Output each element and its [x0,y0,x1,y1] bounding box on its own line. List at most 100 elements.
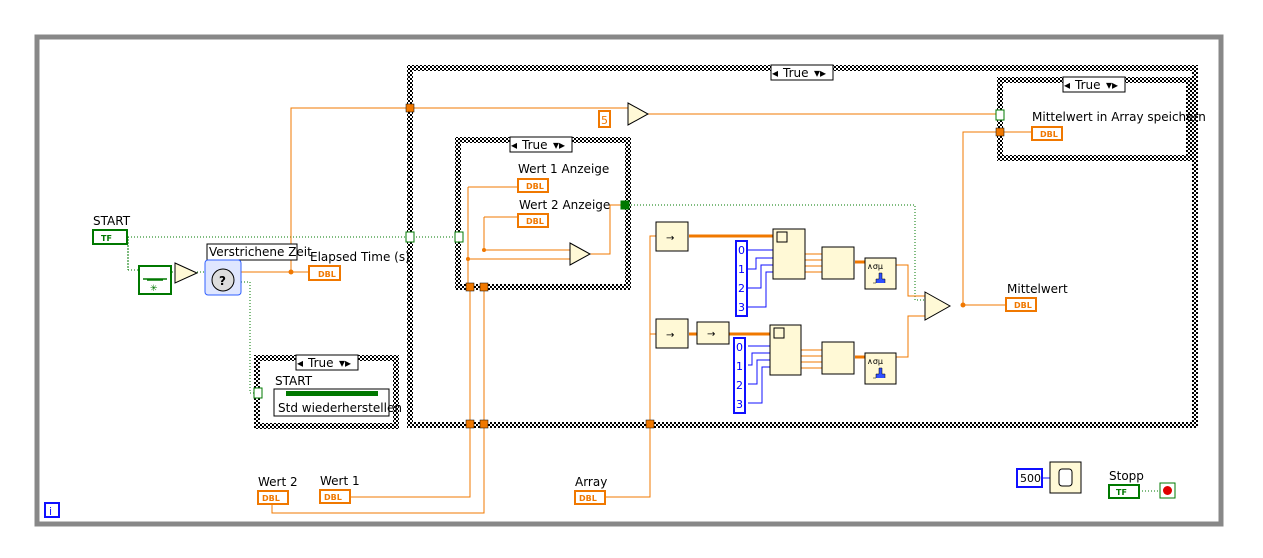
tunnel [465,282,475,292]
case-selector-mittelwert[interactable]: True ◂ ▾▸ [1062,76,1126,93]
reverse-array-node[interactable]: → [655,221,689,252]
wert1-anzeige-indicator[interactable]: DBL [517,178,549,193]
svg-text:START: START [275,374,313,388]
svg-text:DBL: DBL [318,270,336,279]
svg-text:→: → [666,233,674,244]
svg-text:∧σμ: ∧σμ [867,357,883,366]
svg-text:DBL: DBL [526,217,544,226]
svg-text:True: True [521,138,548,152]
wait-ms-node[interactable] [1049,461,1082,494]
transpose-node[interactable]: → [696,321,730,345]
svg-text:True: True [307,356,334,370]
svg-text:TF: TF [1116,488,1127,497]
svg-text:▾▸: ▾▸ [814,66,826,80]
wert1-control[interactable]: DBL [319,489,351,504]
svg-text:0: 0 [738,244,745,257]
loop-condition-terminal[interactable] [1159,482,1176,499]
tunnel [995,127,1005,137]
svg-text:Array: Array [575,475,607,489]
svg-text:5: 5 [601,114,608,127]
wert2-anzeige-indicator[interactable]: DBL [517,213,549,228]
svg-text:3: 3 [738,301,745,314]
elapsed-time-indicator[interactable]: DBL [308,265,341,281]
svg-text:Mittelwert in Array speichern: Mittelwert in Array speichern [1032,110,1206,124]
svg-text:Wert 2: Wert 2 [258,475,298,489]
svg-text:i: i [49,505,52,518]
selector-terminal [454,231,464,243]
svg-text:▾▸: ▾▸ [553,138,565,152]
svg-text:True: True [1074,78,1101,92]
index-constants-top[interactable]: 0 1 2 3 [735,240,748,317]
svg-text:✳: ✳ [150,284,158,294]
reverse-array-node[interactable]: → [655,318,689,349]
wait-ms-constant[interactable]: 500 [1016,468,1043,488]
mittelwert-indicator[interactable]: DBL [1005,297,1037,312]
svg-text:Stopp: Stopp [1109,469,1144,483]
iteration-terminal: i [44,502,60,518]
watch-icon [1058,468,1073,487]
greater-node[interactable] [174,262,199,284]
svg-text:◂: ◂ [511,138,517,152]
svg-text:◂: ◂ [772,66,778,80]
svg-text:DBL: DBL [526,182,544,191]
svg-text:0: 0 [736,341,743,354]
tunnel [405,103,415,113]
svg-text:DBL: DBL [579,494,597,503]
mittelwert-array-indicator[interactable]: DBL [1031,126,1063,141]
svg-text:True: True [782,66,809,80]
svg-text:∧σμ: ∧σμ [867,262,883,271]
svg-text:DBL: DBL [1040,130,1058,139]
stop-icon [1163,486,1172,495]
first-call-node[interactable]: ✳ [138,265,172,295]
svg-text:DBL: DBL [324,493,342,502]
std-deviation-node[interactable]: ∧σμ [864,352,897,385]
svg-text:Std wiederherstellen: Std wiederherstellen [278,401,402,415]
svg-text:?: ? [219,274,226,288]
selector-terminal [253,387,263,399]
svg-text:500: 500 [1020,472,1041,485]
svg-text:2: 2 [738,282,745,295]
svg-text:◂: ◂ [297,356,303,370]
selector-terminal [405,231,415,243]
tunnel [645,419,655,429]
svg-text:Wert 1 Anzeige: Wert 1 Anzeige [518,162,609,176]
tunnel [479,282,489,292]
stopp-control[interactable]: TF [1108,484,1140,499]
svg-text:Mittelwert: Mittelwert [1007,282,1068,296]
svg-text:TF: TF [101,234,112,243]
svg-text:DBL: DBL [262,494,280,503]
svg-text:Wert 1: Wert 1 [320,474,360,488]
std-deviation-node[interactable]: ∧σμ [864,257,897,290]
case-selector-main[interactable]: True ◂ ▾▸ [770,64,834,81]
block-diagram: True ◂ ▾▸ True ◂ ▾▸ True ◂ ▾▸ True ◂ ▾▸ [34,34,1224,527]
index-array-node[interactable] [769,324,802,376]
svg-text:→: → [666,330,674,341]
elapsed-time-express-vi[interactable]: ? [204,259,242,296]
build-array-node[interactable] [821,246,855,280]
svg-text:▾▸: ▾▸ [339,356,351,370]
svg-text:DBL: DBL [1014,301,1032,310]
svg-text:1: 1 [736,360,743,373]
tunnel [479,419,489,429]
property-node-start[interactable]: Std wiederherstellen [273,388,402,417]
case-selector-wert[interactable]: True ◂ ▾▸ [509,136,573,153]
selector-terminal [995,109,1005,121]
index-array-node[interactable] [772,228,806,280]
svg-text:2: 2 [736,379,743,392]
build-array-node[interactable] [821,341,855,375]
svg-text:Elapsed Time (s): Elapsed Time (s) [310,250,410,264]
svg-text:▾▸: ▾▸ [1106,78,1118,92]
case-selector-start[interactable]: True ◂ ▾▸ [295,354,359,371]
svg-text:1: 1 [738,263,745,276]
svg-text:3: 3 [736,398,743,411]
index-constants-bottom[interactable]: 0 1 2 3 [733,337,746,414]
wert2-control[interactable]: DBL [257,490,289,505]
tunnel [465,419,475,429]
constant-5[interactable]: 5 [598,110,611,128]
svg-text:→: → [707,329,715,340]
svg-text:◂: ◂ [1064,78,1070,92]
array-control[interactable]: DBL [574,490,606,505]
svg-text:Wert 2 Anzeige: Wert 2 Anzeige [519,198,610,212]
express-vi-label: Verstrichene Zeit [209,245,312,259]
start-control[interactable]: TF [92,229,128,245]
